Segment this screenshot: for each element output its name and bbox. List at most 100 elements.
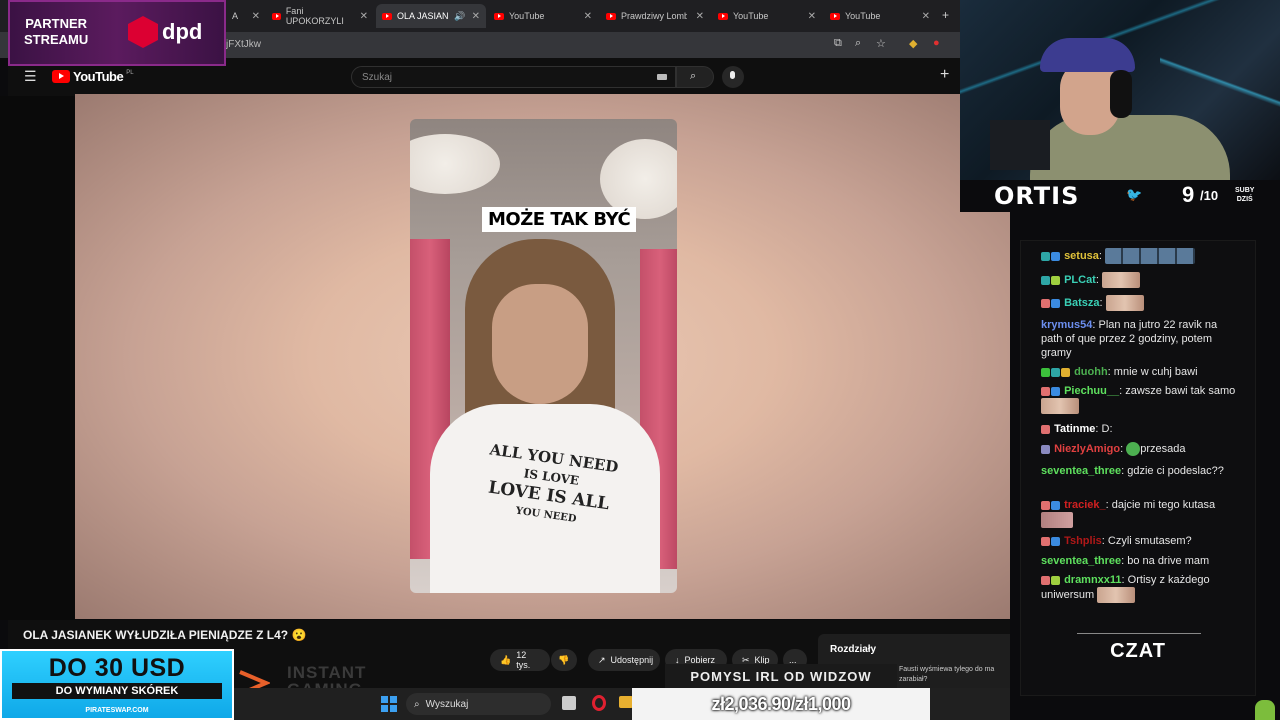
chat-username[interactable]: setusa — [1064, 250, 1099, 262]
close-icon[interactable]: ✕ — [922, 11, 930, 22]
video-frame: ALL YOU NEED IS LOVE LOVE IS ALL YOU NEE… — [410, 119, 677, 593]
browser-tab[interactable]: YouTube ✕ — [488, 4, 598, 28]
microphone-arm-shape — [990, 120, 1050, 170]
hamburger-menu-icon[interactable]: ☰ — [24, 68, 37, 85]
chat-message: NiezlyAmigo: przesada — [1041, 442, 1241, 457]
sub-count: 9 — [1182, 182, 1195, 207]
youtube-favicon-icon — [272, 12, 281, 20]
chat-text: bo na drive mam — [1127, 555, 1210, 567]
search-icon: ⌕ — [414, 698, 420, 710]
promo-banner: DO 30 USD DO WYMIANY SKÓREK PIRATESWAP.C… — [0, 649, 234, 720]
voice-search-button[interactable] — [722, 66, 744, 88]
chat-username[interactable]: Tshplis — [1064, 535, 1102, 547]
share-button[interactable]: ↗ Udostępnij — [588, 649, 660, 671]
chat-username[interactable]: duohh — [1074, 366, 1108, 378]
donation-progress-bar: zł2,036.90/zł1,000 — [632, 688, 930, 720]
close-icon[interactable]: ✕ — [696, 11, 704, 22]
emote-image — [1105, 248, 1196, 264]
chat-message: dramnxx11: Ortisy z każdego uniwersum — [1041, 573, 1241, 603]
keyboard-icon[interactable] — [657, 74, 667, 80]
chat-message: seventea_three: bo na drive mam — [1041, 555, 1210, 567]
chat-username[interactable]: dramnxx11 — [1064, 574, 1121, 586]
chapters-label: Rozdziały — [830, 644, 877, 655]
chapter-snippet: Fausti wyśmiewa tylego do ma zarabiał? — [899, 666, 995, 683]
sub-label-line: DZIŚ — [1236, 196, 1253, 203]
cast-icon[interactable]: ⧉ — [834, 37, 842, 50]
close-icon[interactable]: ✕ — [360, 11, 368, 22]
chat-label: CZAT — [1110, 640, 1166, 662]
search-placeholder: Szukaj — [362, 72, 393, 83]
opera-browser-icon[interactable] — [592, 695, 606, 711]
chat-text: D: — [1101, 423, 1113, 435]
tab-label: OLA JASIANEK — [397, 11, 449, 21]
like-button[interactable]: 👍 12 tys. — [490, 649, 550, 671]
youtube-logo-text: YouTube — [73, 69, 124, 84]
create-plus-icon[interactable]: + — [940, 66, 949, 84]
idea-banner: POMYSL IRL OD WIDZOW — [665, 664, 897, 688]
bookmark-star-icon[interactable]: ☆ — [876, 37, 886, 50]
browser-tab-active[interactable]: OLA JASIANEK 🔊 ✕ — [376, 4, 486, 28]
taskbar-search[interactable]: ⌕ Wyszukaj — [406, 693, 551, 715]
extension-icon[interactable]: ◆ — [909, 37, 917, 50]
chat-message: krymus54: Plan na jutro 22 ravik na path… — [1041, 319, 1218, 359]
chat-username[interactable]: Piechuu__ — [1064, 385, 1119, 397]
chat-username[interactable]: NiezlyAmigo — [1054, 443, 1120, 455]
chat-username[interactable]: seventea_three — [1041, 465, 1121, 477]
file-explorer-icon[interactable] — [619, 696, 633, 708]
chat-panel: setusa: PLCat: Batsza: krymus54: Plan na… — [1020, 240, 1256, 696]
youtube-logo[interactable]: YouTube PL — [52, 69, 134, 84]
partner-banner: PARTNER STREAMU dpd — [8, 0, 226, 66]
twitter-icon: 🐦 — [1126, 187, 1143, 202]
browser-tab[interactable]: A ✕ — [226, 4, 266, 28]
chat-username[interactable]: traciek_ — [1064, 499, 1106, 511]
chat-username[interactable]: krymus54 — [1041, 319, 1092, 331]
close-icon[interactable]: ✕ — [472, 11, 480, 22]
browser-tab[interactable]: Fani UPOKORZYLI ✕ — [266, 4, 374, 28]
pepe-emote-icon — [1126, 442, 1141, 457]
video-caption: MOŻE TAK BYĆ — [482, 207, 637, 232]
chat-message: Tatinme: D: — [1041, 422, 1241, 436]
task-view-icon[interactable] — [562, 696, 576, 710]
chat-username[interactable]: PLCat — [1064, 274, 1096, 286]
browser-tab[interactable]: YouTube ✕ — [824, 4, 936, 28]
chat-message: duohh: mnie w cuhj bawi — [1041, 365, 1241, 379]
close-icon[interactable]: ✕ — [808, 11, 816, 22]
emote-image — [1097, 587, 1136, 603]
emote-image — [1041, 512, 1073, 528]
youtube-favicon-icon — [830, 12, 840, 20]
video-player[interactable]: ALL YOU NEED IS LOVE LOVE IS ALL YOU NEE… — [75, 94, 1010, 619]
headphone-shape — [1110, 70, 1132, 118]
chat-message: Tshplis: Czyli smutasem? — [1041, 534, 1241, 548]
browser-tab[interactable]: Prawdziwy Lombard ✕ — [600, 4, 710, 28]
chat-message: setusa: — [1041, 248, 1241, 264]
chat-text: Czyli smutasem? — [1107, 535, 1192, 547]
search-input[interactable]: Szukaj — [351, 66, 676, 88]
chat-text: mnie w cuhj bawi — [1113, 366, 1198, 378]
chat-username[interactable]: Tatinme — [1054, 423, 1095, 435]
chat-text: dajcie mi tego kutasa — [1111, 499, 1216, 511]
speaker-icon[interactable]: 🔊 — [454, 11, 465, 22]
search-button[interactable]: ⌕ — [676, 66, 714, 88]
chat-username[interactable]: Batsza — [1064, 297, 1099, 309]
zoom-icon[interactable]: ⌕ — [855, 37, 861, 50]
taskbar-search-label: Wyszukaj — [425, 698, 469, 710]
person-face-shape — [492, 284, 588, 404]
share-arrow-icon: ↗ — [598, 654, 606, 665]
tab-label: YouTube — [733, 11, 769, 21]
opera-extension-icon[interactable]: ● — [933, 37, 940, 49]
url-text[interactable]: jFXtJkw — [226, 39, 261, 50]
dislike-button[interactable]: 👎 — [551, 649, 577, 671]
donation-progress-text: zł2,036.90/zł1,000 — [711, 694, 851, 714]
close-icon[interactable]: ✕ — [252, 11, 260, 22]
sub-goal: /10 — [1200, 188, 1219, 203]
windows-start-icon[interactable] — [381, 696, 397, 712]
instant-gaming-line: INSTANT — [287, 663, 367, 682]
chat-text: gdzie ci podeslac?? — [1127, 465, 1224, 477]
close-icon[interactable]: ✕ — [584, 11, 592, 22]
chat-username[interactable]: seventea_three — [1041, 555, 1121, 567]
promo-small-text: DO WYMIANY SKÓREK — [12, 683, 222, 699]
new-tab-plus-icon[interactable]: + — [942, 8, 949, 22]
tab-label: YouTube — [845, 11, 881, 21]
browser-tab[interactable]: YouTube ✕ — [712, 4, 822, 28]
partner-line: STREAMU — [24, 32, 89, 47]
